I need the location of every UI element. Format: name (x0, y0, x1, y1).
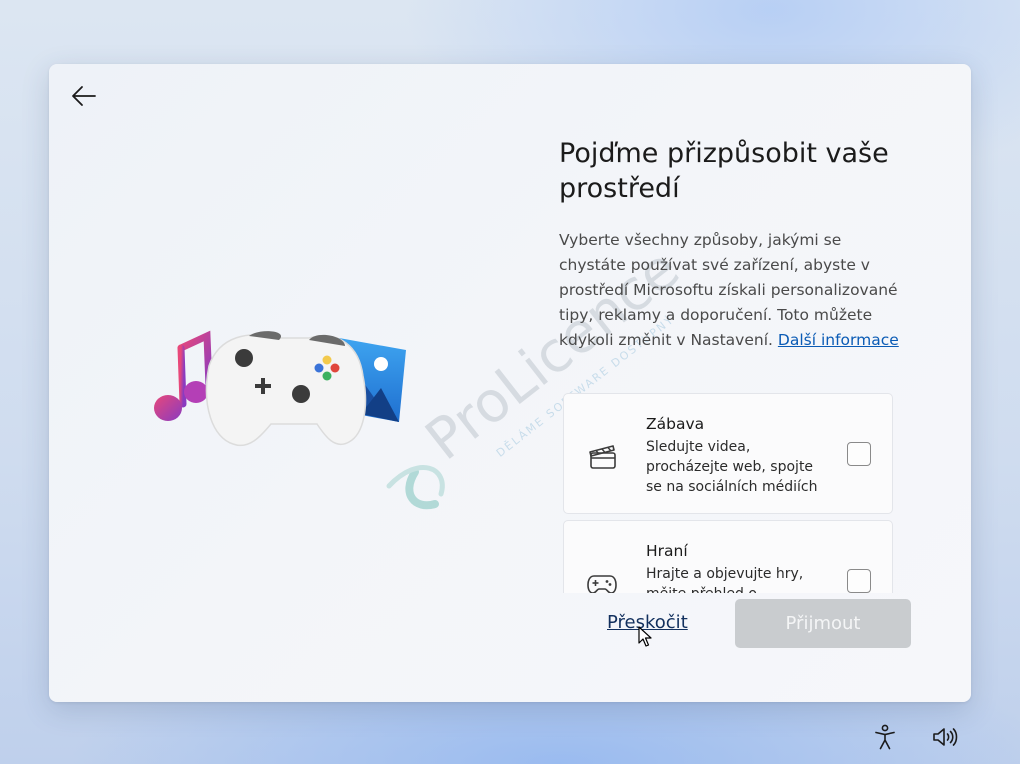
gamepad-illustration-icon (205, 331, 367, 447)
option-card-hrani[interactable]: Hraní Hrajte a objevujte hry, mějte přeh… (563, 520, 893, 593)
clapperboard-icon (589, 445, 616, 469)
music-note-icon (154, 330, 213, 421)
option-description: Sledujte videa, procházejte web, spojte … (646, 439, 818, 495)
oobe-dialog: ProLicence DĚLÁME SOFTWARE DOSTUPNÝ Pojď… (49, 64, 971, 702)
arrow-left-icon (72, 86, 96, 106)
volume-button[interactable] (930, 722, 960, 752)
watermark-logo-icon (386, 465, 445, 510)
option-card-zabava[interactable]: Zábava Sledujte videa, procházejte web, … (563, 393, 893, 514)
option-checkbox[interactable] (847, 569, 871, 593)
back-button[interactable] (66, 78, 102, 114)
page-title: Pojďme přizpůsobit vaše prostředí (559, 138, 889, 204)
option-name: Zábava (646, 415, 705, 433)
more-info-link[interactable]: Další informace (778, 331, 899, 349)
accessibility-icon (875, 724, 895, 750)
accept-button[interactable]: Přijmout (735, 599, 911, 648)
page-description: Vyberte všechny způsoby, jakými se chyst… (559, 228, 909, 353)
gamepad-icon (587, 575, 617, 593)
mouse-cursor-icon (638, 626, 652, 647)
option-name: Hraní (646, 542, 688, 560)
content-panel: Pojďme přizpůsobit vaše prostředí Vybert… (559, 136, 909, 353)
option-description: Hrajte a objevujte hry, mějte přehled o (646, 566, 804, 593)
usage-options-list[interactable]: Zábava Sledujte videa, procházejte web, … (563, 393, 895, 593)
volume-icon (933, 728, 958, 746)
entertainment-illustration (154, 330, 406, 447)
accessibility-button[interactable] (870, 722, 900, 752)
option-checkbox[interactable] (847, 442, 871, 466)
